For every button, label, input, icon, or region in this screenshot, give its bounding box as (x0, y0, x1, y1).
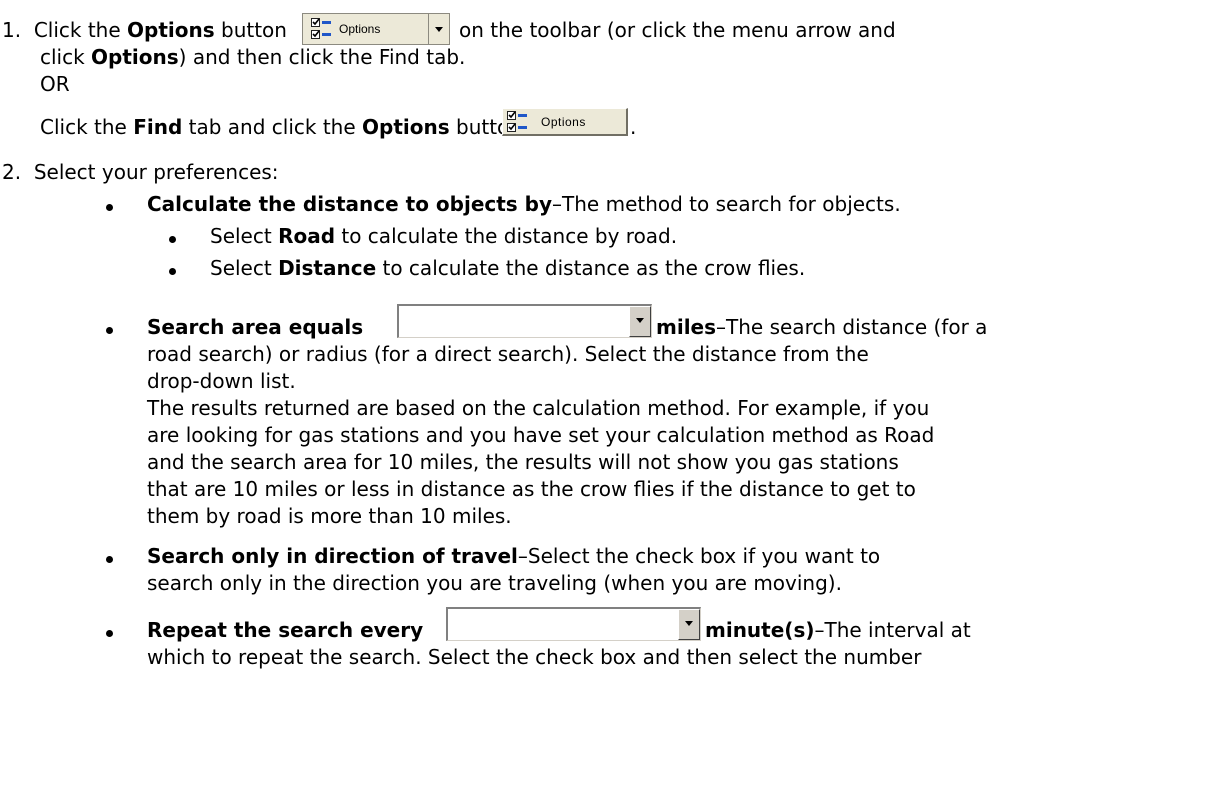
step-2-text: Select your preferences: (33, 160, 279, 184)
repeat-interval-combobox[interactable] (446, 607, 701, 641)
pref-direction-title: Search only in direction of travel (147, 544, 518, 568)
step-1-alt-line: Click the Find tab and click the Options… (40, 114, 522, 140)
pref-direction-desc-1: –Select the check box if you want to (517, 544, 881, 568)
help-page: 1. Click the Options button Options on t… (0, 0, 1213, 799)
pref-calc-line: Calculate the distance to objects by–The… (147, 191, 901, 217)
step-1-alt-find: Find (133, 115, 183, 139)
pref-calc-dist-word: Distance (278, 256, 377, 280)
step-1-prefix: Click the (33, 18, 121, 42)
chevron-down-icon[interactable] (678, 609, 700, 640)
toolbar-options-split-button[interactable]: Options (302, 13, 450, 45)
step-2-number: 2. (2, 160, 22, 184)
step-1-alt-middle: tab and click the (188, 115, 356, 139)
checklist-icon (507, 111, 527, 133)
bullet-icon (106, 327, 113, 334)
bullet-icon (169, 268, 176, 275)
pref-repeat-title: Repeat the search every (147, 618, 424, 642)
checklist-icon (311, 18, 331, 40)
step-1-line2-options: Options (91, 45, 179, 69)
find-tab-options-label: Options (541, 115, 586, 129)
pref-repeat-desc-1: –The interval at (814, 618, 971, 642)
step-1-alt-options: Options (362, 115, 450, 139)
pref-area-note-1: The results returned are based on the ca… (147, 396, 930, 420)
pref-area-title-line: Search area equals (147, 314, 363, 340)
pref-calc-title: Calculate the distance to objects by (147, 192, 553, 216)
search-area-combobox[interactable] (397, 304, 652, 338)
pref-area-note-2: are looking for gas stations and you hav… (147, 423, 935, 447)
pref-repeat-desc-line: minute(s)–The interval at (705, 617, 971, 643)
chevron-down-icon[interactable] (629, 306, 651, 337)
pref-calc-dist-suffix: to calculate the distance as the crow fl… (382, 256, 806, 280)
pref-repeat-title-line: Repeat the search every (147, 617, 423, 643)
pref-calc-road-prefix: Select (210, 224, 272, 248)
step-1-line: 1. Click the Options button (2, 17, 287, 43)
toolbar-options-label: Options (339, 22, 381, 36)
pref-area-desc-line: miles–The search distance (for a (656, 314, 987, 340)
pref-calc-road-suffix: to calculate the distance by road. (341, 224, 678, 248)
step-1-alt-period: . (630, 115, 637, 139)
find-tab-options-button[interactable]: Options (502, 108, 628, 136)
step-1-line-2: click Options) and then click the Find t… (40, 44, 465, 70)
pref-repeat-unit: minute(s) (705, 618, 815, 642)
pref-calc-dist-prefix: Select (210, 256, 272, 280)
pref-direction-line: Search only in direction of travel–Selec… (147, 543, 880, 569)
step-1-button-word: button (221, 18, 287, 42)
pref-direction-desc-2: search only in the direction you are tra… (147, 571, 842, 595)
pref-area-note-4: that are 10 miles or less in distance as… (147, 477, 916, 501)
pref-area-desc-2: road search) or radius (for a direct sea… (147, 342, 869, 366)
pref-repeat-desc-2: which to repeat the search. Select the c… (147, 645, 922, 669)
pref-area-note-3: and the search area for 10 miles, the re… (147, 450, 899, 474)
step-1-alt-prefix: Click the (40, 115, 127, 139)
pref-calc-road-line: Select Road to calculate the distance by… (210, 223, 677, 249)
pref-calc-distance-line: Select Distance to calculate the distanc… (210, 255, 805, 281)
pref-area-desc-3: drop-down list. (147, 369, 296, 393)
bullet-icon (106, 556, 113, 563)
pref-area-note-5: them by road is more than 10 miles. (147, 504, 512, 528)
pref-calc-road-word: Road (278, 224, 336, 248)
step-1-after-button: on the toolbar (or click the menu arrow … (459, 18, 896, 42)
toolbar-options-button[interactable]: Options (303, 14, 429, 44)
bullet-icon (106, 204, 113, 211)
pref-calc-desc: –The method to search for objects. (552, 192, 901, 216)
step-1-line2-suffix: ) and then click the Find tab. (178, 45, 466, 69)
pref-area-unit: miles (656, 315, 717, 339)
step-1-line2-prefix: click (40, 45, 85, 69)
bullet-icon (106, 630, 113, 637)
pref-area-title: Search area equals (147, 315, 364, 339)
dropdown-arrow-icon[interactable] (429, 14, 449, 44)
bullet-icon (169, 236, 176, 243)
step-1-number: 1. (2, 18, 22, 42)
pref-area-desc-1: –The search distance (for a (716, 315, 988, 339)
step-2-line: 2. Select your preferences: (2, 159, 279, 185)
step-1-or: OR (40, 72, 70, 96)
step-1-options-word: Options (127, 18, 215, 42)
